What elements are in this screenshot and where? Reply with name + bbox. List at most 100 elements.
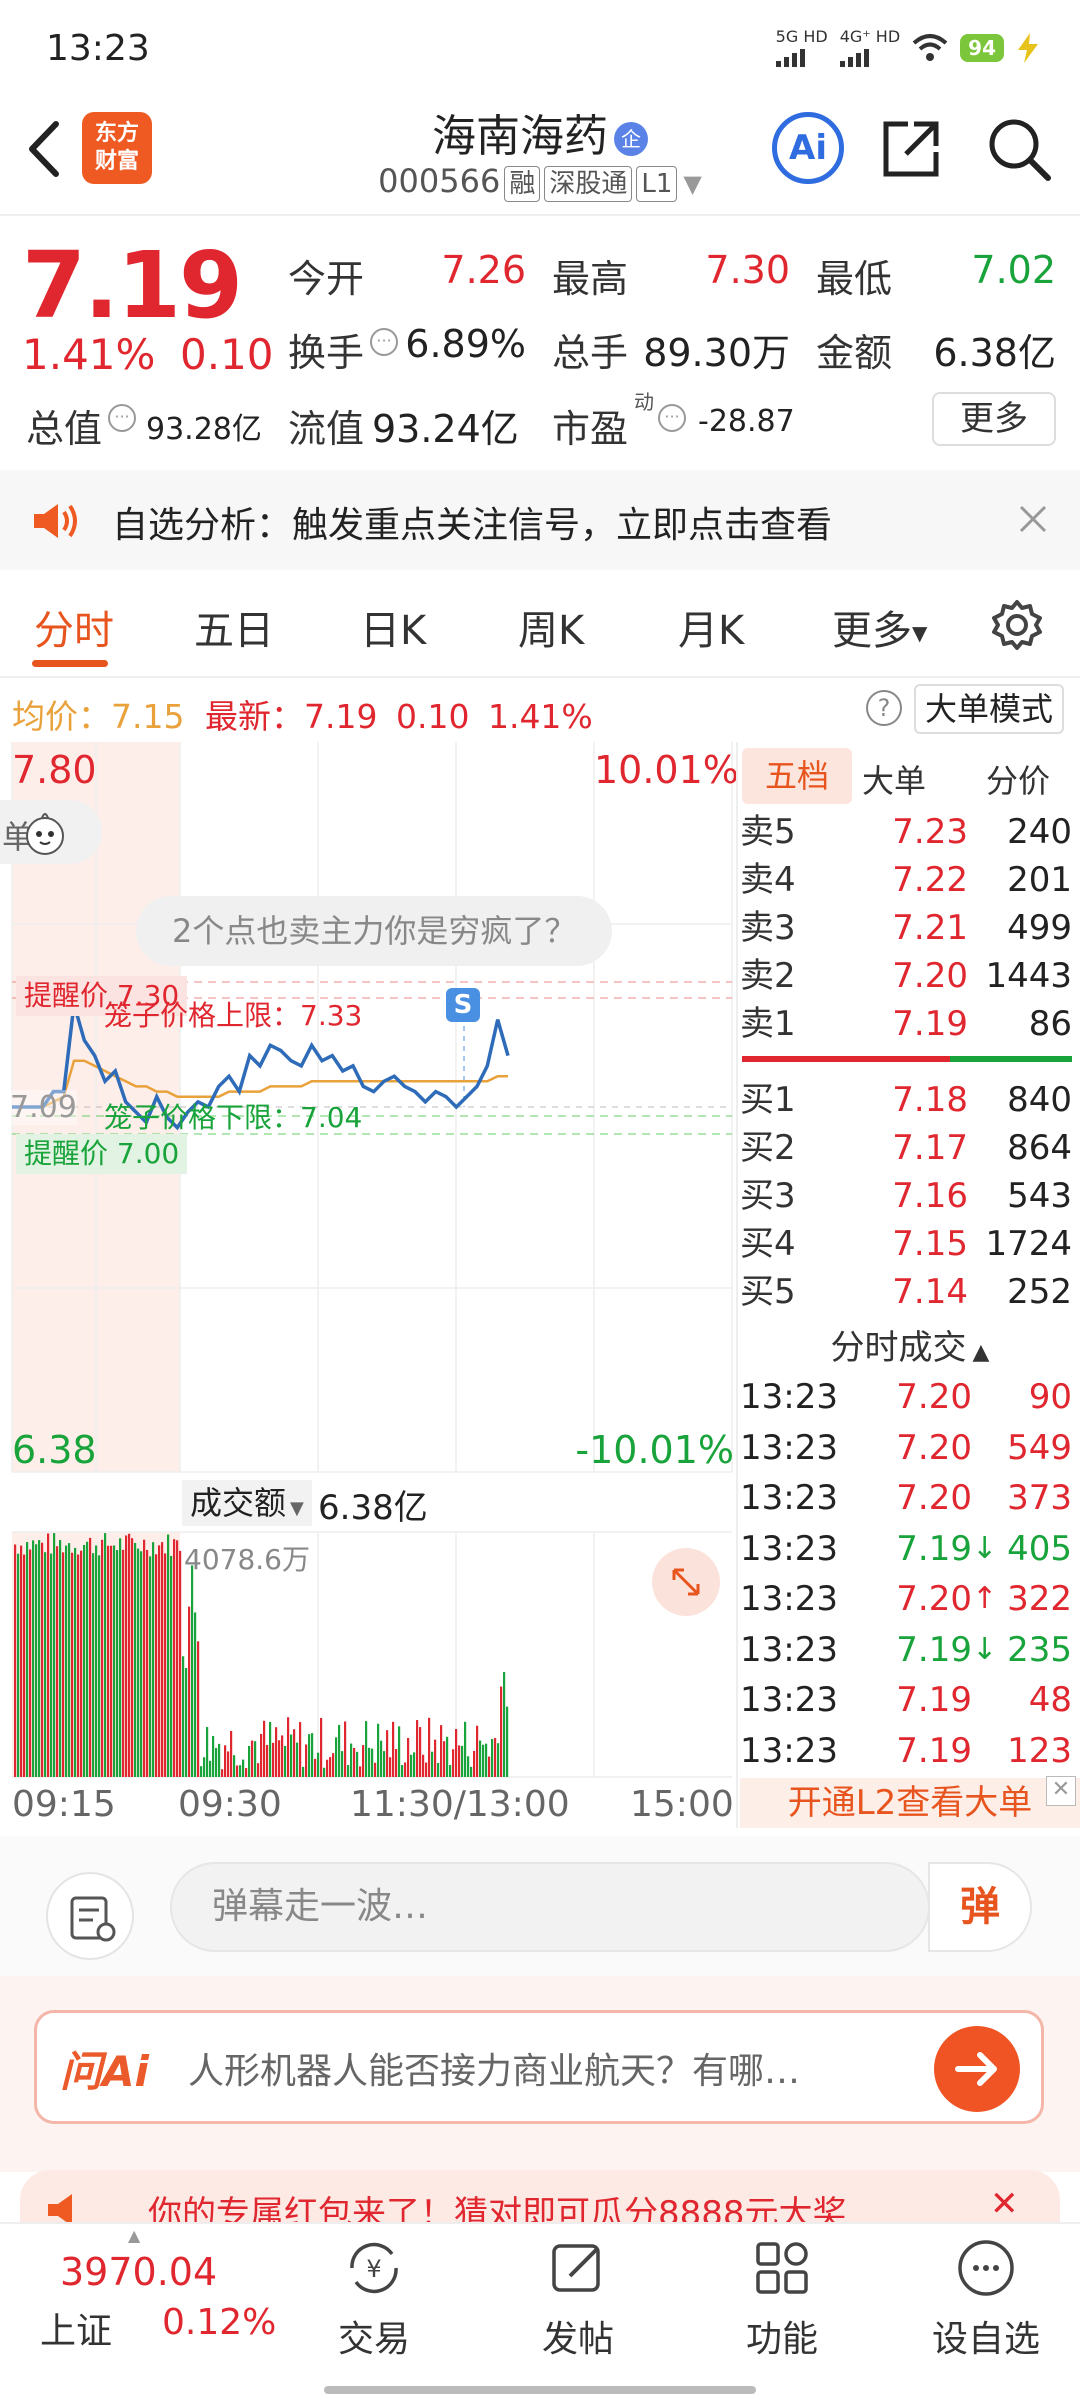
functions-grid-icon[interactable] — [750, 2236, 814, 2300]
help-icon[interactable]: ? — [866, 690, 902, 726]
volume-bar — [194, 1612, 197, 1777]
tab-intraday[interactable]: 分时 — [34, 598, 114, 656]
volume-type-selector[interactable]: 成交额 ▼ — [182, 1480, 312, 1526]
tick-price: 7.19 — [896, 1730, 972, 1771]
volume-bar — [284, 1745, 287, 1777]
index-value[interactable]: 3970.04 — [60, 2250, 217, 2294]
bid-label-1: 买1 — [740, 1080, 796, 1120]
tick-volume: 48 — [1028, 1680, 1072, 1720]
s-marker[interactable]: S — [446, 988, 480, 1022]
volume-bar — [464, 1721, 467, 1777]
more-quote-button[interactable]: 更多 — [932, 392, 1056, 446]
volume-bar — [281, 1735, 284, 1777]
share-icon[interactable] — [880, 118, 942, 180]
volume-bar — [437, 1762, 440, 1777]
tab-five-level[interactable]: 五档 — [742, 748, 852, 804]
volume-bar — [395, 1749, 398, 1777]
danmu-input[interactable]: 弹幕走一波… — [170, 1862, 930, 1952]
volume-bar — [491, 1738, 494, 1777]
tick-time: 13:23 — [740, 1478, 838, 1518]
expand-icon[interactable] — [652, 1548, 720, 1616]
bid-label-5: 买5 — [740, 1272, 796, 1312]
cage-lower-label: 笼子价格下限：7.04 — [104, 1101, 363, 1134]
trade-icon[interactable]: ¥ — [342, 2236, 406, 2300]
volume-bar — [353, 1747, 356, 1777]
arrow-right-icon — [955, 2052, 997, 2086]
volume-bar — [62, 1552, 65, 1777]
search-icon[interactable] — [986, 116, 1052, 182]
comment-list-icon[interactable] — [46, 1872, 134, 1960]
tab-monthly-k[interactable]: 月K — [678, 598, 744, 656]
tab-price-dist[interactable]: 分价 — [986, 756, 1050, 802]
watchlist-add-icon[interactable] — [954, 2236, 1018, 2300]
volume-bar — [26, 1542, 29, 1777]
pct-axis-top-label: 10.01% — [594, 748, 739, 792]
tab-five-day[interactable]: 五日 — [194, 598, 274, 656]
ask-volume-3: 499 — [1007, 908, 1072, 948]
ai-button[interactable]: Ai — [772, 112, 844, 184]
cage-upper-label: 笼子价格上限：7.33 — [104, 999, 363, 1032]
alert-low-label[interactable]: 提醒价 7.00 — [16, 1134, 188, 1174]
volume-bar — [137, 1548, 140, 1777]
bid-volume-1: 840 — [1007, 1080, 1072, 1120]
volume-bar — [419, 1727, 422, 1777]
post-icon[interactable] — [546, 2236, 610, 2300]
danmu-send-button[interactable]: 弹 — [928, 1862, 1032, 1952]
volume-bar — [308, 1734, 311, 1777]
volume-bar — [212, 1736, 215, 1777]
l2-promo[interactable]: 开通L2查看大单 — [740, 1778, 1080, 1828]
volume-bar — [461, 1745, 464, 1777]
volume-bar — [443, 1741, 446, 1777]
nav-trade[interactable]: 交易 — [294, 2310, 454, 2362]
volume-bar — [317, 1752, 320, 1777]
tab-daily-k[interactable]: 日K — [360, 598, 426, 656]
volume-bar — [494, 1738, 497, 1777]
close-icon[interactable]: ✕ — [1046, 1776, 1076, 1806]
home-indicator — [324, 2386, 756, 2394]
close-icon[interactable]: ✕ — [990, 2184, 1019, 2224]
tab-weekly-k[interactable]: 周K — [518, 598, 584, 656]
volume-bar — [185, 1667, 188, 1777]
ask-ai-go-button[interactable] — [934, 2026, 1020, 2112]
volume-bar — [329, 1757, 332, 1777]
volume-bar — [413, 1752, 416, 1777]
nav-add-watchlist[interactable]: 设自选 — [906, 2310, 1066, 2362]
tick-time: 13:23 — [740, 1629, 838, 1670]
avatar-bubble[interactable]: 单 — [0, 800, 102, 864]
charging-icon — [1018, 33, 1038, 63]
svg-text:¥: ¥ — [366, 2255, 381, 2283]
volume-bar — [176, 1540, 179, 1777]
volume-bar — [227, 1751, 230, 1777]
volume-bar — [14, 1544, 17, 1777]
volume-bar — [314, 1758, 317, 1777]
volume-bar — [50, 1553, 53, 1777]
nav-post[interactable]: 发帖 — [498, 2310, 658, 2362]
ask-price-4: 7.20 — [892, 956, 968, 996]
volume-bar — [362, 1745, 365, 1777]
float-mv-value: 93.24亿 — [372, 407, 519, 451]
volume-bar — [332, 1753, 335, 1777]
bid-price-2: 7.17 — [892, 1128, 968, 1168]
tab-big-orders[interactable]: 大单 — [862, 756, 926, 802]
info-dots-icon[interactable]: ··· — [370, 328, 398, 356]
index-name[interactable]: 上证 — [40, 2302, 112, 2354]
index-percent[interactable]: 0.12% — [162, 2302, 276, 2343]
ticks-title[interactable]: 分时成交 ▲ — [740, 1320, 1080, 1369]
high-value: 7.30 — [705, 248, 790, 292]
info-dots-icon[interactable]: ··· — [658, 404, 686, 432]
volume-bar — [20, 1545, 23, 1777]
nav-functions[interactable]: 功能 — [702, 2310, 862, 2362]
ask-volume-5: 86 — [1028, 1004, 1072, 1044]
info-dots-icon[interactable]: ··· — [108, 404, 136, 432]
close-icon[interactable] — [1018, 504, 1048, 534]
tab-more[interactable]: 更多▼ — [832, 598, 927, 656]
dropdown-triangle-icon[interactable]: ▼ — [683, 170, 701, 198]
caret-up-icon: ▲ — [972, 1340, 990, 1365]
volume-bar — [221, 1769, 224, 1777]
settings-gear-icon[interactable] — [990, 598, 1044, 652]
volume-bar — [470, 1766, 473, 1777]
volume-bar — [326, 1759, 329, 1777]
tick-time: 13:23 — [740, 1680, 838, 1720]
tick-time: 13:23 — [740, 1427, 838, 1468]
big-order-mode-button[interactable]: 大单模式 — [914, 684, 1064, 734]
